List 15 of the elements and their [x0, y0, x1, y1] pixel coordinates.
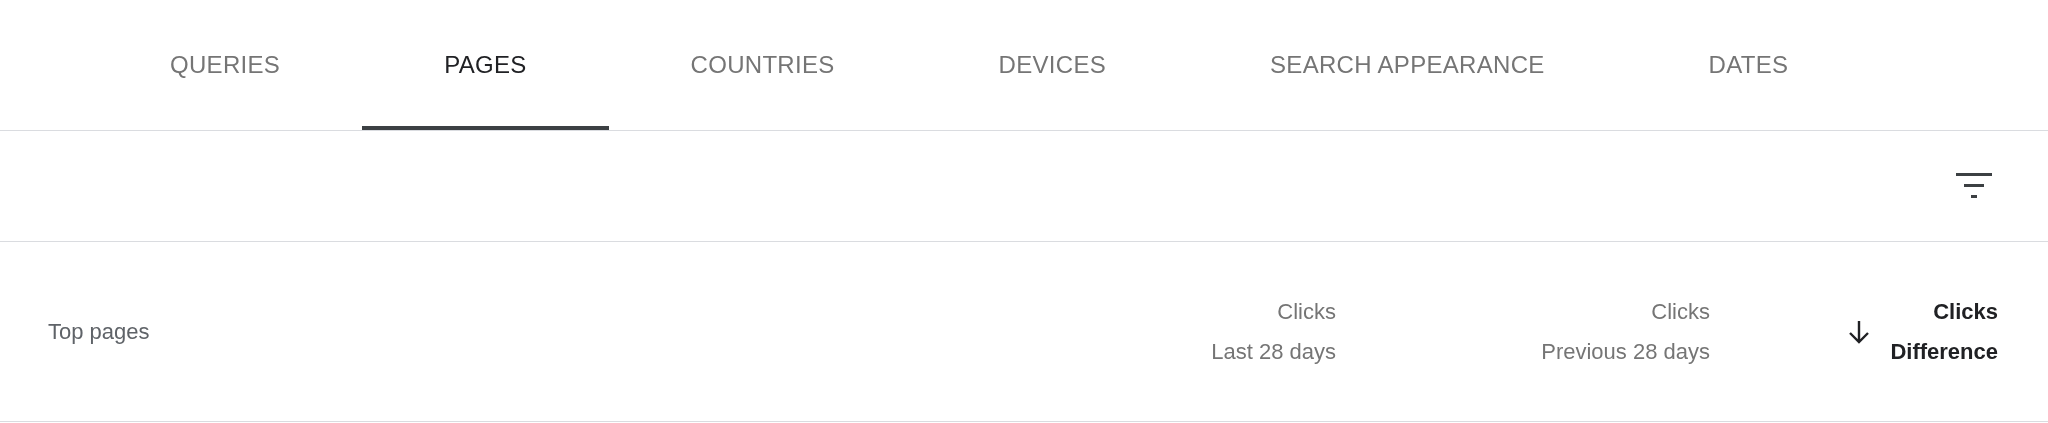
filter-icon[interactable]: [1956, 173, 1992, 199]
column-header[interactable]: Clicks: [1933, 298, 1998, 325]
tab[interactable]: DATES: [1626, 0, 1871, 130]
arrow-down-icon: [1848, 319, 1871, 344]
tab[interactable]: COUNTRIES: [608, 0, 917, 130]
column-header[interactable]: Difference: [1890, 338, 1998, 365]
tab[interactable]: QUERIES: [88, 0, 363, 130]
column-header[interactable]: Clicks: [1651, 298, 1710, 325]
column-header: Top pages: [48, 318, 151, 345]
column-header[interactable]: Clicks: [1277, 298, 1336, 325]
column-header[interactable]: Previous 28 days: [1541, 338, 1710, 365]
column-header[interactable]: Last 28 days: [1211, 338, 1336, 365]
tab[interactable]: SEARCH APPEARANCE: [1188, 0, 1627, 130]
tab[interactable]: PAGES: [362, 0, 609, 130]
tab[interactable]: DEVICES: [916, 0, 1189, 130]
